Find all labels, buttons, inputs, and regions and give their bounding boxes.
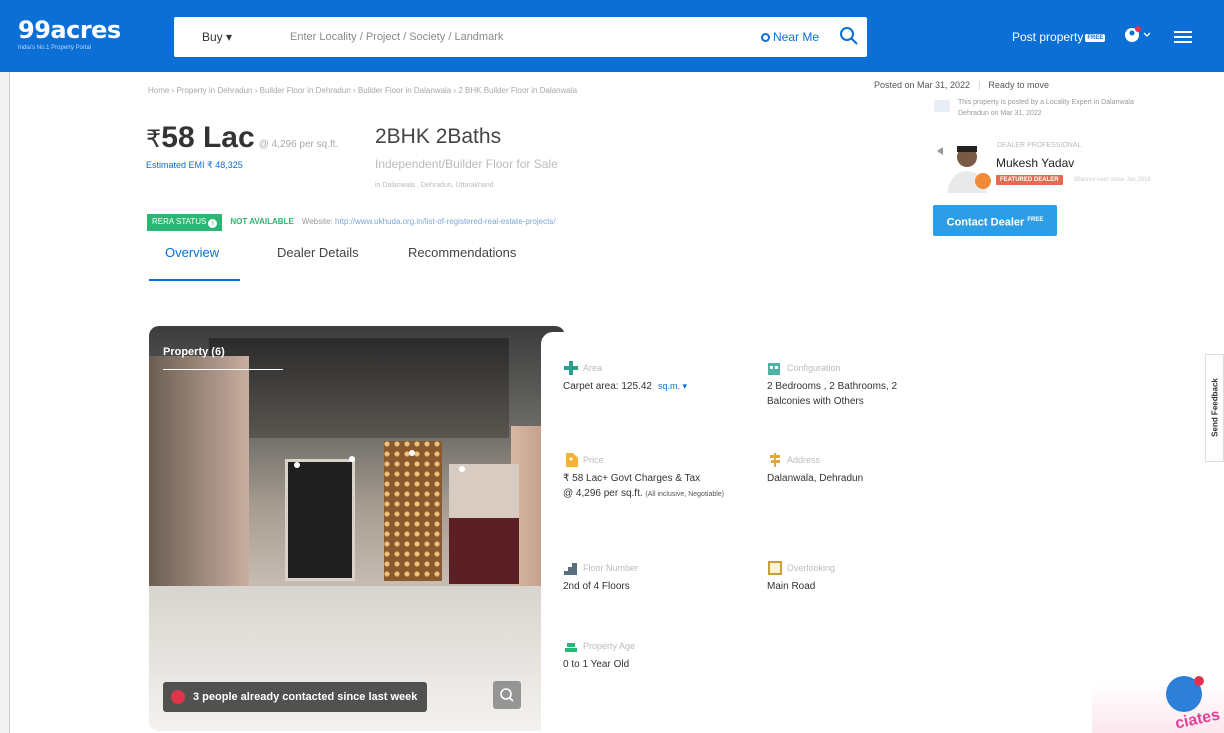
expert-icon <box>934 100 950 112</box>
info-icon[interactable]: i <box>208 219 218 228</box>
tab-dealer-details[interactable]: Dealer Details <box>277 245 359 260</box>
rera-status-row: RERA STATUS i NOT AVAILABLE Website: http:/… <box>147 214 556 231</box>
area-value: Carpet area: 125.42 <box>563 381 652 392</box>
price-tag-icon <box>566 453 578 467</box>
rera-badge: RERA STATUS i <box>147 214 223 231</box>
logo-tagline: India's No.1 Property Portal <box>18 45 92 51</box>
configuration-icon <box>768 363 780 375</box>
age-label: Property Age <box>583 641 636 651</box>
gallery-title-underline <box>163 369 283 370</box>
watermark-stamp: ciates <box>1092 683 1224 733</box>
price-per-sqft: @ 4,296 per sq.ft. <box>258 139 339 150</box>
emi-link[interactable]: Estimated EMI ₹ 48,325 <box>146 160 243 171</box>
send-feedback-label: Send Feedback <box>1210 378 1220 437</box>
tab-recommendations[interactable]: Recommendations <box>408 245 516 260</box>
currency-symbol: ₹ <box>146 126 162 153</box>
contact-free-badge: FREE <box>1027 217 1044 223</box>
price-label: Price <box>583 455 604 465</box>
logo[interactable]: 99acres India's No.1 Property Portal <box>18 16 121 51</box>
breadcrumb[interactable]: Home › Property in Dehradun › Builder Fl… <box>148 86 577 95</box>
user-account-icon[interactable] <box>1123 25 1153 45</box>
featured-dealer-badge: FEATURED DEALER <box>996 175 1063 185</box>
posted-date: Posted on Mar 31, 2022 <box>874 80 971 90</box>
property-photo-gallery[interactable]: Property (6) 3 people already contacted … <box>149 326 565 731</box>
contact-activity-strip: 3 people already contacted since last we… <box>163 682 428 712</box>
dealer-since: 99acres user since Jan 2018 <box>1074 177 1151 183</box>
window-icon <box>768 561 782 575</box>
contact-dealer-button[interactable]: Contact Dealer FREE <box>933 205 1057 236</box>
search-input[interactable] <box>290 25 750 49</box>
price-detail-value: ₹ 58 Lac+ Govt Charges & Tax <box>563 473 701 484</box>
configuration-value: 2 Bedrooms , 2 Bathrooms, 2 Balconies wi… <box>767 381 898 407</box>
configuration-label: Configuration <box>787 363 841 373</box>
address-label: Address <box>787 455 821 465</box>
address-value: Dalanwala, Dehradun <box>767 473 864 484</box>
chatbot-icon[interactable] <box>1166 676 1204 712</box>
building-age-icon <box>565 643 577 652</box>
price-value: 58 Lac <box>161 121 255 154</box>
property-type: Independent/Builder Floor for Sale <box>375 157 558 171</box>
rera-website-label: Website: <box>301 217 333 226</box>
contact-activity-text: 3 people already contacted since last we… <box>193 691 418 703</box>
search-icon[interactable] <box>839 26 859 46</box>
price-detail-note: (All inclusive, Negotiable) <box>645 491 725 498</box>
near-me-label: Near Me <box>773 30 820 44</box>
dealer-name[interactable]: Mukesh Yadav <box>996 156 1074 170</box>
post-property-link[interactable]: Post property FREE <box>1012 30 1106 44</box>
property-location: in Dalanwala , Dehradun, Uttarakhand <box>375 182 494 189</box>
near-me-button[interactable]: Near Me <box>761 30 819 44</box>
price-block: ₹58 Lac @ 4,296 per sq.ft. <box>146 121 338 155</box>
hamburger-menu-icon[interactable] <box>1174 31 1192 45</box>
top-navbar: 99acres India's No.1 Property Portal Buy… <box>0 0 1224 72</box>
logo-text: 99acres <box>18 16 121 44</box>
stairs-icon <box>564 563 577 575</box>
zoom-icon[interactable] <box>493 681 521 709</box>
buy-dropdown[interactable]: Buy ▾ <box>202 30 232 44</box>
search-bar: Buy ▾ Near Me <box>174 17 867 57</box>
age-value: 0 to 1 Year Old <box>563 659 630 670</box>
possession-status: Ready to move <box>988 80 1049 90</box>
bhk-title: 2BHK 2Baths <box>375 125 502 148</box>
gallery-title: Property (6) <box>163 346 225 358</box>
price-detail-psf: @ 4,296 per sq.ft. <box>563 488 643 499</box>
overlooking-label: Overlooking <box>787 563 836 573</box>
fire-icon <box>171 690 185 704</box>
dealer-role: DEALER PROFESSIONAL <box>997 142 1082 149</box>
page-edge <box>0 72 10 733</box>
rera-label: RERA STATUS <box>152 217 207 226</box>
send-feedback-tab[interactable]: Send Feedback <box>1205 354 1224 462</box>
rera-status: NOT AVAILABLE <box>230 217 294 226</box>
tab-overview[interactable]: Overview <box>165 245 219 260</box>
area-icon <box>564 361 578 375</box>
free-badge: FREE <box>1085 34 1106 42</box>
floor-label: Floor Number <box>583 563 639 573</box>
floor-value: 2nd of 4 Floors <box>563 581 630 592</box>
area-label: Area <box>583 363 603 373</box>
rera-website-link[interactable]: http://www.ukhuda.org.in/list-of-registe… <box>335 217 556 226</box>
overlooking-value: Main Road <box>767 581 816 592</box>
contact-dealer-label: Contact Dealer <box>946 216 1025 229</box>
post-property-label: Post property <box>1012 30 1084 44</box>
active-tab-underline <box>149 279 240 281</box>
property-details-card: Area Carpet area: 125.42 sq.m. ▾ Configur… <box>541 332 901 732</box>
rera-website: Website: http://www.ukhuda.org.in/list-o… <box>302 217 556 226</box>
dealer-avatar <box>937 146 991 193</box>
posted-info: Posted on Mar 31, 2022 | Ready to move <box>874 80 1049 90</box>
signpost-icon <box>770 453 780 467</box>
location-icon <box>761 33 770 42</box>
expert-note: This property is posted by a Locality Ex… <box>958 99 1134 117</box>
area-unit-dropdown[interactable]: sq.m. ▾ <box>658 381 687 391</box>
